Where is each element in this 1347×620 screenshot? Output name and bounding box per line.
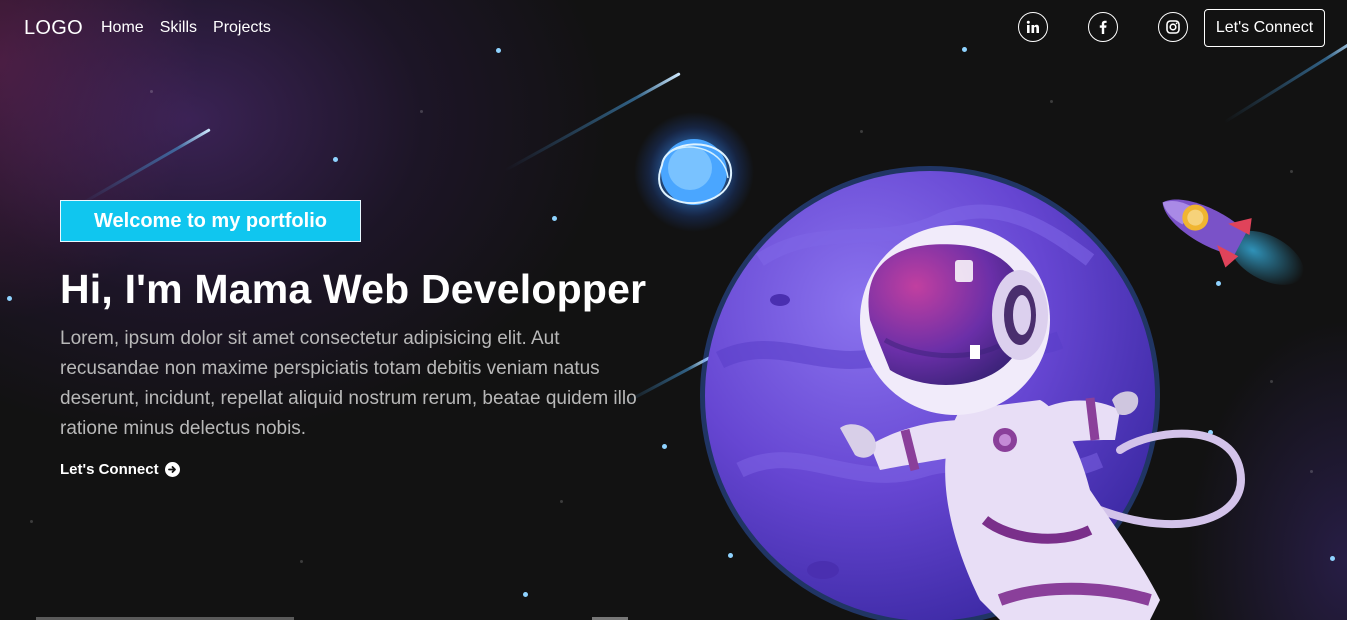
instagram-icon[interactable] bbox=[1158, 12, 1188, 42]
linkedin-icon[interactable] bbox=[1018, 12, 1048, 42]
linkedin-glyph bbox=[1026, 20, 1039, 33]
nav-link-home[interactable]: Home bbox=[101, 19, 144, 37]
portfolio-page: LOGO Home Skills Projects Let's Connect … bbox=[0, 0, 1347, 620]
nav-link-projects[interactable]: Projects bbox=[213, 19, 271, 37]
rocket bbox=[1162, 199, 1304, 285]
cta-connect-link[interactable]: Let's Connect bbox=[60, 461, 180, 478]
nav-links: Home Skills Projects bbox=[101, 19, 271, 37]
logo[interactable]: LOGO bbox=[24, 17, 83, 40]
facebook-glyph bbox=[1099, 20, 1107, 34]
facebook-icon[interactable] bbox=[1088, 12, 1118, 42]
glowing-orb bbox=[634, 112, 754, 232]
intro-text: Lorem, ipsum dolor sit amet consectetur … bbox=[60, 328, 637, 439]
nav-link-skills[interactable]: Skills bbox=[160, 19, 197, 37]
headline: Hi, I'm Mama Web Developper bbox=[60, 266, 647, 312]
navbar: LOGO Home Skills Projects Let's Connect bbox=[0, 0, 1347, 58]
connect-button[interactable]: Let's Connect bbox=[1204, 9, 1325, 47]
tagline-badge: Welcome to my portfolio bbox=[60, 200, 361, 242]
cta-label: Let's Connect bbox=[60, 461, 159, 478]
arrow-right-circle-icon bbox=[164, 462, 180, 477]
instagram-glyph bbox=[1166, 20, 1180, 34]
